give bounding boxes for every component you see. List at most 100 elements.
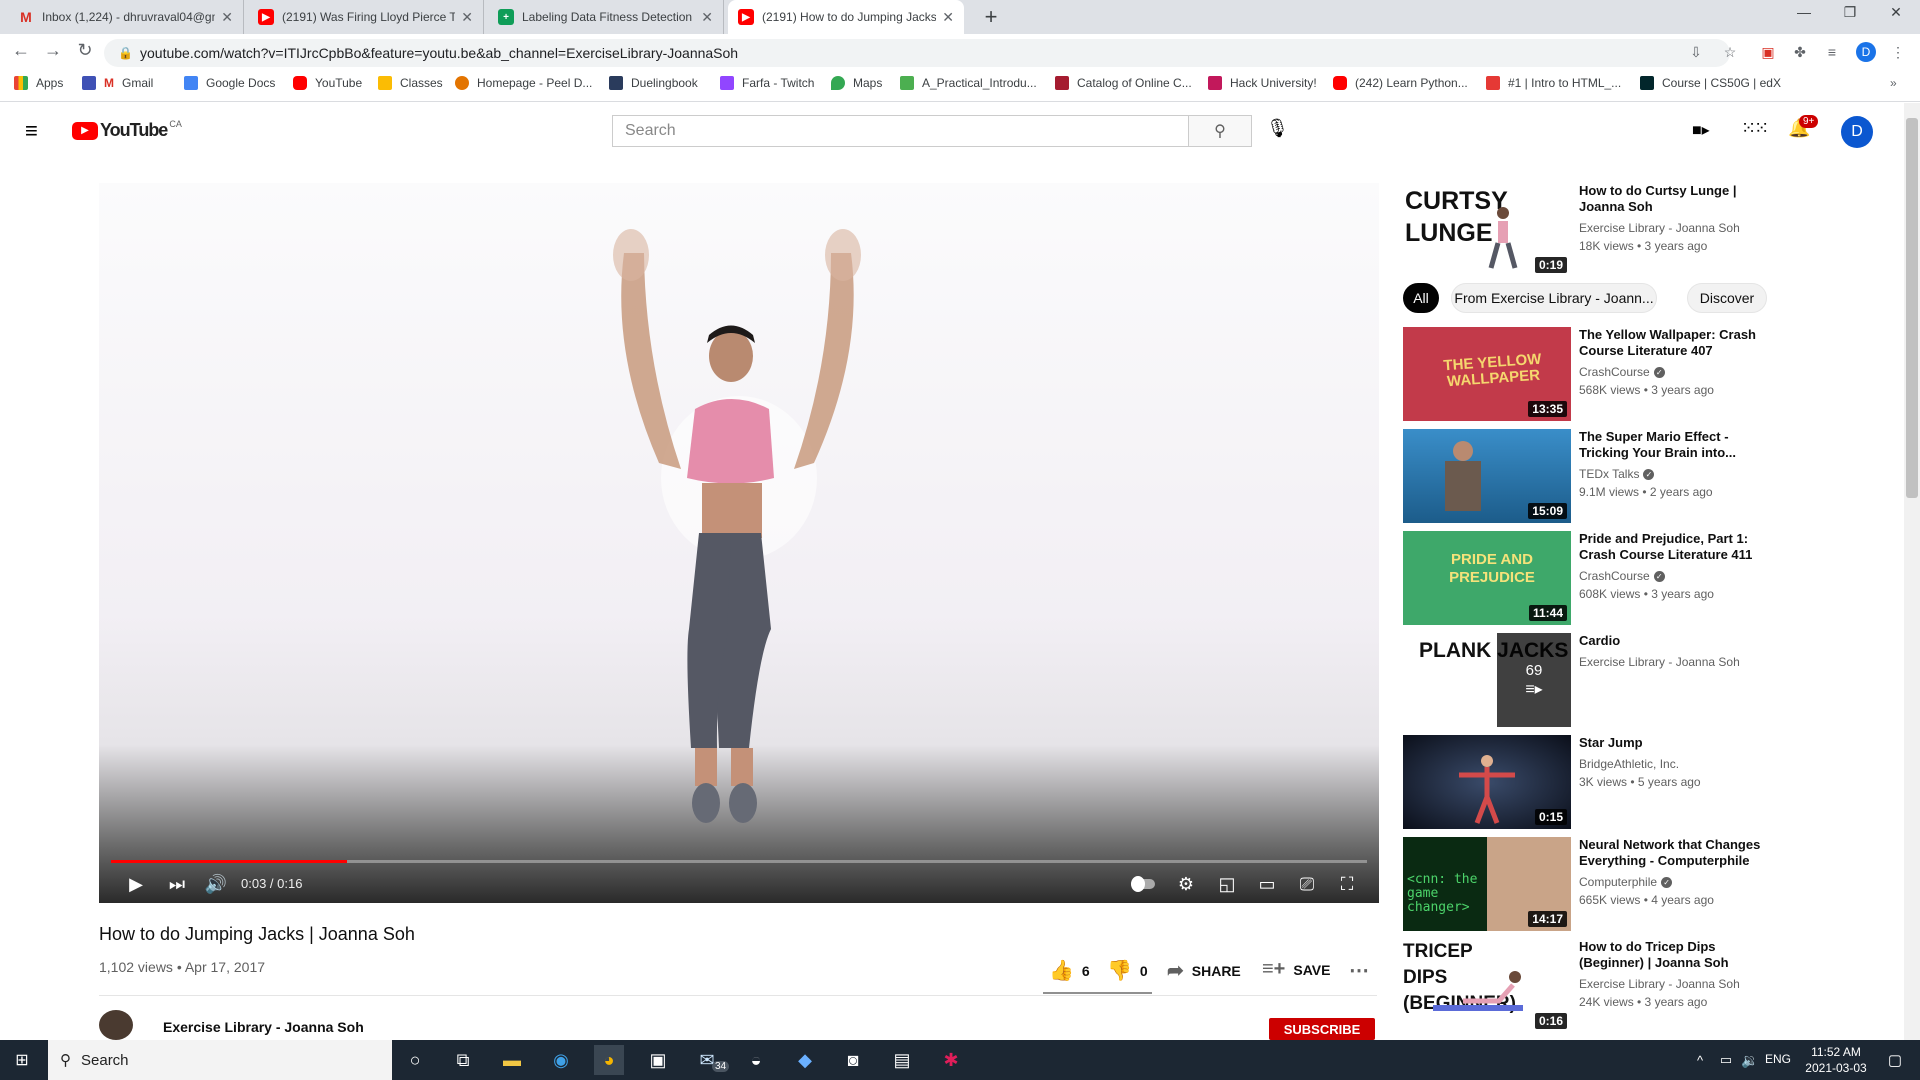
cast-icon[interactable]: ⎚ (1293, 872, 1321, 896)
card-channel[interactable]: TEDx Talks ✓ (1579, 467, 1655, 481)
chrome-icon[interactable]: ◕ (594, 1045, 624, 1075)
recommendation-card[interactable]: THE YELLOW WALLPAPER 13:35 The Yellow Wa… (1403, 327, 1783, 421)
card-channel[interactable]: Exercise Library - Joanna Soh (1579, 221, 1740, 235)
like-button[interactable]: 👍 6 (1049, 958, 1090, 983)
menu-kebab-icon[interactable]: ⋮ (1888, 42, 1908, 62)
bookmark-apps[interactable]: Apps (14, 76, 63, 90)
recommendation-playlist-card[interactable]: PLANK JACKS 69 ≡▸ Cardio Exercise Librar… (1403, 633, 1783, 727)
scrollbar-thumb[interactable] (1906, 118, 1918, 498)
card-title[interactable]: The Yellow Wallpaper: Crash Course Liter… (1579, 327, 1779, 359)
back-icon[interactable]: ← (9, 40, 33, 61)
video-thumbnail[interactable]: CURTSY LUNGE 0:19 (1403, 183, 1571, 277)
bookmark-classes[interactable]: Classes (378, 76, 443, 90)
bookmark-intro-html[interactable]: #1 | Intro to HTML_... (1486, 76, 1621, 90)
forward-icon[interactable]: → (41, 40, 65, 61)
reload-icon[interactable]: ↻ (73, 40, 97, 61)
chip-all[interactable]: All (1403, 283, 1439, 313)
card-channel[interactable]: Computerphile ✓ (1579, 875, 1673, 889)
recommendation-card[interactable]: 15:09 The Super Mario Effect - Tricking … (1403, 429, 1783, 523)
miniplayer-icon[interactable]: ◱ (1213, 872, 1241, 896)
bookmark-twitch[interactable]: Farfa - Twitch (720, 76, 814, 90)
channel-avatar[interactable] (99, 1010, 133, 1040)
subscribe-button[interactable]: SUBSCRIBE (1269, 1018, 1375, 1040)
close-icon[interactable]: ✕ (942, 9, 954, 26)
more-actions-icon[interactable]: ⋯ (1349, 958, 1369, 983)
bookmark-duelingbook[interactable]: Duelingbook (609, 76, 698, 90)
recommendation-card-curtsy[interactable]: CURTSY LUNGE 0:19 How to do Curtsy Lunge… (1403, 183, 1783, 277)
extensions-puzzle-icon[interactable]: ✤ (1790, 42, 1810, 62)
file-explorer-icon[interactable]: ▬ (497, 1045, 527, 1075)
card-title[interactable]: Star Jump (1579, 735, 1779, 751)
card-title[interactable]: The Super Mario Effect - Tricking Your B… (1579, 429, 1779, 461)
save-button[interactable]: ≡+ SAVE (1262, 958, 1330, 981)
new-tab-button[interactable]: + (978, 4, 1004, 30)
chip-from-channel[interactable]: From Exercise Library - Joann... (1451, 283, 1657, 313)
language-indicator[interactable]: ENG (1765, 1052, 1791, 1066)
volume-icon[interactable]: 🔊 (204, 872, 228, 896)
clock[interactable]: 11:52 AM 2021-03-03 (1798, 1044, 1874, 1076)
windows-start-icon[interactable]: ⊞ (7, 1045, 37, 1075)
video-thumbnail[interactable]: 15:09 (1403, 429, 1571, 523)
task-view-icon[interactable]: ⧉ (448, 1045, 478, 1075)
card-channel[interactable]: CrashCourse ✓ (1579, 365, 1665, 379)
card-channel[interactable]: BridgeAthletic, Inc. (1579, 757, 1679, 771)
cortana-icon[interactable]: ○ (400, 1045, 430, 1075)
profile-avatar[interactable]: D (1856, 42, 1876, 62)
search-input[interactable]: Search (612, 115, 1188, 147)
discord-icon[interactable]: ◙ (838, 1045, 868, 1075)
bookmark-google-docs[interactable]: Google Docs (184, 76, 275, 90)
minimize-button[interactable]: — (1784, 4, 1824, 20)
bookmark-catalog[interactable]: Catalog of Online C... (1055, 76, 1192, 90)
recommendation-card[interactable]: 0:15 Star Jump BridgeAthletic, Inc. 3K v… (1403, 735, 1783, 829)
bookmark-youtube[interactable]: YouTube (293, 76, 362, 90)
visual-studio-icon[interactable]: ◆ (790, 1045, 820, 1075)
video-thumbnail[interactable]: PLANK JACKS 69 ≡▸ (1403, 633, 1571, 727)
card-title[interactable]: Cardio (1579, 633, 1779, 649)
settings-gear-icon[interactable]: ⚙ (1174, 872, 1198, 896)
bookmark-learn-python[interactable]: (242) Learn Python... (1333, 76, 1468, 90)
tab-youtube-active[interactable]: ▶ (2191) How to do Jumping Jacks ✕ (728, 0, 964, 34)
card-channel[interactable]: Exercise Library - Joanna Soh (1579, 655, 1740, 669)
card-title[interactable]: How to do Tricep Dips (Beginner) | Joann… (1579, 939, 1779, 971)
account-avatar[interactable]: D (1841, 116, 1873, 148)
autoplay-toggle[interactable] (1128, 872, 1158, 896)
bookmark-star-icon[interactable]: ☆ (1720, 42, 1740, 62)
taskbar-search-box[interactable]: ⚲ Search (48, 1040, 392, 1080)
tab-youtube-lloyd[interactable]: ▶ (2191) Was Firing Lloyd Pierce Th ✕ (248, 0, 484, 34)
close-icon[interactable]: ✕ (461, 9, 473, 26)
bookmark-practical-intro[interactable]: A_Practical_Introdu... (900, 76, 1037, 90)
install-icon[interactable]: ⇩ (1686, 42, 1706, 62)
edge-icon[interactable]: ◉ (546, 1045, 576, 1075)
video-thumbnail[interactable]: PRIDE AND PREJUDICE 11:44 (1403, 531, 1571, 625)
card-title[interactable]: Pride and Prejudice, Part 1: Crash Cours… (1579, 531, 1779, 563)
slack-icon[interactable]: ✱ (936, 1045, 966, 1075)
bookmark-maps[interactable]: Maps (831, 76, 882, 90)
recommendation-card[interactable]: PRIDE AND PREJUDICE 11:44 Pride and Prej… (1403, 531, 1783, 625)
card-channel[interactable]: CrashCourse ✓ (1579, 569, 1665, 583)
hamburger-menu-icon[interactable]: ≡ (25, 120, 47, 142)
address-bar[interactable]: 🔒 youtube.com/watch?v=ITIJrcCpbBo&featur… (104, 39, 1730, 67)
create-video-icon[interactable]: ■▸ (1692, 120, 1710, 140)
bookmark-hack-university[interactable]: Hack University! (1208, 76, 1317, 90)
extension-icon[interactable]: ▣ (1758, 42, 1778, 62)
steam-icon[interactable]: ◒ (741, 1045, 771, 1075)
card-title[interactable]: How to do Curtsy Lunge | Joanna Soh (1579, 183, 1779, 215)
card-title[interactable]: Neural Network that Changes Everything -… (1579, 837, 1779, 869)
recommendation-card[interactable]: TRICEP DIPS (BEGINNER) 0:16 How to do Tr… (1403, 939, 1783, 1033)
close-window-button[interactable]: ✕ (1876, 4, 1916, 21)
video-thumbnail[interactable]: <cnn: the game changer> 14:17 (1403, 837, 1571, 931)
maximize-button[interactable]: ❐ (1830, 4, 1870, 21)
bookmark-cs50g[interactable]: Course | CS50G | edX (1640, 76, 1781, 90)
youtube-logo[interactable]: ▶ YouTube CA (72, 119, 182, 141)
store-icon[interactable]: ▣ (643, 1045, 673, 1075)
tab-sheets[interactable]: + Labeling Data Fitness Detection ✕ (488, 0, 724, 34)
close-icon[interactable]: ✕ (701, 9, 713, 26)
chip-discover[interactable]: Discover (1687, 283, 1767, 313)
play-icon[interactable]: ▶ (124, 872, 148, 896)
microphone-icon[interactable]: 🎙 (1266, 118, 1289, 139)
video-thumbnail[interactable]: TRICEP DIPS (BEGINNER) 0:16 (1403, 939, 1571, 1033)
bookmarks-overflow-icon[interactable]: » (1890, 76, 1897, 90)
card-channel[interactable]: Exercise Library - Joanna Soh (1579, 977, 1740, 991)
recommendation-card[interactable]: <cnn: the game changer> 14:17 Neural Net… (1403, 837, 1783, 931)
search-button[interactable]: ⚲ (1188, 115, 1252, 147)
